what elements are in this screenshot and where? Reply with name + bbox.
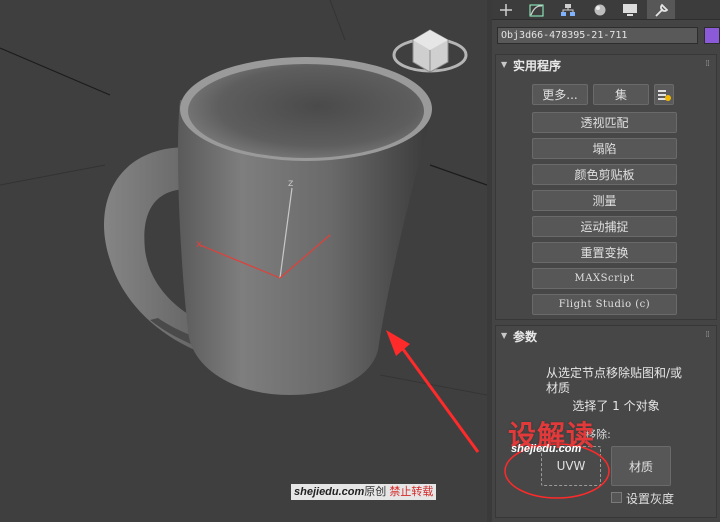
command-panel-tabs [492, 0, 720, 20]
create-plus-icon[interactable] [492, 0, 520, 19]
flight-studio-button[interactable]: Flight Studio (c) [532, 294, 677, 315]
watermark-site: shejiedu.com [294, 486, 365, 498]
gizmo-x-label: x [196, 239, 202, 250]
utilities-rollout-title: 实用程序 [513, 59, 562, 73]
watermark-site: shejiedu.com [511, 443, 582, 455]
selection-status: 选择了 1 个对象 [572, 399, 660, 413]
perspective-viewport[interactable]: x z shejiedu.com原创 禁止转载 [0, 0, 487, 522]
reset-xform-button[interactable]: 重置变换 [532, 242, 677, 263]
object-color-swatch[interactable] [704, 27, 720, 44]
perspective-match-button[interactable]: 透视匹配 [532, 112, 677, 133]
utilities-wrench-icon[interactable] [647, 0, 675, 19]
parameters-rollout-header[interactable]: ▼ 参数 ⁞⁞ [496, 326, 716, 346]
motion-capture-button[interactable]: 运动捕捉 [532, 216, 677, 237]
utilities-rollout: ▼ 实用程序 ⁞⁞ 更多... 集 透视匹配 塌陷 颜色剪贴板 测量 运动捕捉 … [495, 54, 717, 320]
rollout-grip-icon: ⁞⁞ [705, 330, 710, 340]
grid-line [0, 164, 106, 186]
modify-curve-icon[interactable] [523, 0, 551, 19]
utilities-rollout-header[interactable]: ▼ 实用程序 ⁞⁞ [496, 55, 716, 75]
grid-line [0, 47, 111, 96]
rollout-grip-icon: ⁞⁞ [705, 59, 710, 69]
mug-inside [188, 64, 424, 158]
configure-list-icon [658, 89, 671, 101]
parameters-description: 从选定节点移除贴图和/或材质 [546, 366, 683, 395]
collapse-button[interactable]: 塌陷 [532, 138, 677, 159]
viewport-scene: x z [0, 0, 487, 453]
maxscript-button[interactable]: MAXScript [532, 268, 677, 289]
parameters-rollout-title: 参数 [513, 330, 538, 344]
motion-sphere-icon[interactable] [585, 0, 613, 19]
gizmo-z-label: z [288, 178, 293, 189]
measure-button[interactable]: 测量 [532, 190, 677, 211]
annotation-arrow-line [398, 344, 480, 453]
set-grayscale-label: 设置灰度 [626, 492, 675, 506]
watermark-original: 原创 [364, 486, 387, 498]
more-button[interactable]: 更多... [532, 84, 588, 105]
source-watermark: shejiedu.com原创 禁止转载 [291, 484, 437, 500]
grid-line [329, 0, 346, 41]
collapse-arrow-icon: ▼ [501, 60, 508, 69]
watermark-ban: 禁止转载 [389, 486, 434, 498]
color-clipboard-button[interactable]: 颜色剪贴板 [532, 164, 677, 185]
hierarchy-icon[interactable] [554, 0, 582, 19]
command-panel: Obj3d66-478395-21-711 ▼ 实用程序 ⁞⁞ 更多... 集 … [492, 0, 720, 522]
object-name-field[interactable]: Obj3d66-478395-21-711 [497, 27, 698, 44]
sets-button[interactable]: 集 [593, 84, 649, 105]
display-monitor-icon[interactable] [616, 0, 644, 19]
parameters-rollout: ▼ 参数 ⁞⁞ 从选定节点移除贴图和/或材质 选择了 1 个对象 移除: UVW… [495, 325, 717, 518]
configure-sets-button[interactable] [654, 84, 674, 105]
grid-line [429, 164, 487, 186]
collapse-arrow-icon: ▼ [501, 331, 508, 340]
